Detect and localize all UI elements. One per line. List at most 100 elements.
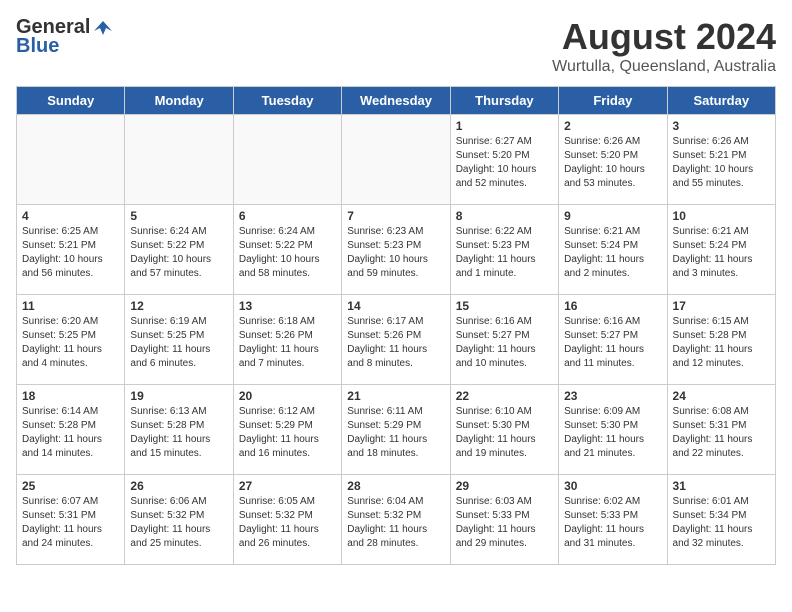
day-info: Sunrise: 6:02 AM Sunset: 5:33 PM Dayligh… [564, 495, 661, 551]
day-header-wednesday: Wednesday [342, 87, 450, 115]
day-info: Sunrise: 6:10 AM Sunset: 5:30 PM Dayligh… [456, 405, 553, 461]
day-info: Sunrise: 6:16 AM Sunset: 5:27 PM Dayligh… [564, 315, 661, 371]
day-number: 22 [456, 389, 553, 403]
calendar-cell: 24Sunrise: 6:08 AM Sunset: 5:31 PM Dayli… [667, 385, 775, 475]
calendar-cell: 3 Sunrise: 6:26 AM Sunset: 5:21 PM Daylig… [667, 115, 775, 205]
calendar-cell [342, 115, 450, 205]
calendar-cell: 30 Sunrise: 6:02 AM Sunset: 5:33 PM Dayli… [559, 475, 667, 565]
day-number: 15 [456, 299, 553, 313]
day-info: Sunrise: 6:14 AM Sunset: 5:28 PM Dayligh… [22, 405, 119, 461]
calendar-cell: 7 Sunrise: 6:23 AM Sunset: 5:23 PM Daylig… [342, 205, 450, 295]
day-info: Sunrise: 6:13 AM Sunset: 5:28 PM Dayligh… [130, 405, 227, 461]
day-number: 14 [347, 299, 444, 313]
calendar-cell: 16Sunrise: 6:16 AM Sunset: 5:27 PM Dayli… [559, 295, 667, 385]
day-number: 19 [130, 389, 227, 403]
calendar-cell: 18 Sunrise: 6:14 AM Sunset: 5:28 PM Dayli… [17, 385, 125, 475]
calendar-cell: 11 Sunrise: 6:20 AM Sunset: 5:25 PM Dayli… [17, 295, 125, 385]
day-info: Sunrise: 6:20 AM Sunset: 5:25 PM Dayligh… [22, 315, 119, 371]
calendar-cell: 21 Sunrise: 6:11 AM Sunset: 5:29 PM Dayli… [342, 385, 450, 475]
day-info: Sunrise: 6:22 AM Sunset: 5:23 PM Dayligh… [456, 225, 553, 281]
calendar-cell: 29Sunrise: 6:03 AM Sunset: 5:33 PM Dayli… [450, 475, 558, 565]
day-number: 7 [347, 209, 444, 223]
calendar-cell: 25Sunrise: 6:07 AM Sunset: 5:31 PM Dayli… [17, 475, 125, 565]
calendar-week-5: 25Sunrise: 6:07 AM Sunset: 5:31 PM Dayli… [17, 475, 776, 565]
day-info: Sunrise: 6:15 AM Sunset: 5:28 PM Dayligh… [673, 315, 770, 371]
month-title: August 2024 [552, 16, 776, 58]
calendar-table: SundayMondayTuesdayWednesdayThursdayFrid… [16, 86, 776, 565]
day-number: 21 [347, 389, 444, 403]
calendar-cell [125, 115, 233, 205]
day-info: Sunrise: 6:26 AM Sunset: 5:20 PM Dayligh… [564, 135, 661, 191]
page-header: General Blue August 2024 Wurtulla, Queen… [16, 16, 776, 76]
day-number: 18 [22, 389, 119, 403]
day-number: 9 [564, 209, 661, 223]
day-header-tuesday: Tuesday [233, 87, 341, 115]
calendar-cell: 28Sunrise: 6:04 AM Sunset: 5:32 PM Dayli… [342, 475, 450, 565]
day-number: 26 [130, 479, 227, 493]
day-info: Sunrise: 6:25 AM Sunset: 5:21 PM Dayligh… [22, 225, 119, 281]
day-header-thursday: Thursday [450, 87, 558, 115]
day-number: 30 [564, 479, 661, 493]
calendar-cell: 10 Sunrise: 6:21 AM Sunset: 5:24 PM Dayli… [667, 205, 775, 295]
calendar-week-3: 11 Sunrise: 6:20 AM Sunset: 5:25 PM Dayli… [17, 295, 776, 385]
day-number: 31 [673, 479, 770, 493]
day-info: Sunrise: 6:09 AM Sunset: 5:30 PM Dayligh… [564, 405, 661, 461]
day-number: 17 [673, 299, 770, 313]
day-info: Sunrise: 6:17 AM Sunset: 5:26 PM Dayligh… [347, 315, 444, 371]
calendar-cell: 6 Sunrise: 6:24 AM Sunset: 5:22 PM Daylig… [233, 205, 341, 295]
day-number: 8 [456, 209, 553, 223]
calendar-cell: 13Sunrise: 6:18 AM Sunset: 5:26 PM Dayli… [233, 295, 341, 385]
calendar-cell: 22 Sunrise: 6:10 AM Sunset: 5:30 PM Dayli… [450, 385, 558, 475]
location-text: Wurtulla, Queensland, Australia [552, 58, 776, 76]
calendar-week-4: 18 Sunrise: 6:14 AM Sunset: 5:28 PM Dayli… [17, 385, 776, 475]
day-number: 3 [673, 119, 770, 133]
day-info: Sunrise: 6:01 AM Sunset: 5:34 PM Dayligh… [673, 495, 770, 551]
calendar-header-row: SundayMondayTuesdayWednesdayThursdayFrid… [17, 87, 776, 115]
day-info: Sunrise: 6:08 AM Sunset: 5:31 PM Dayligh… [673, 405, 770, 461]
day-info: Sunrise: 6:24 AM Sunset: 5:22 PM Dayligh… [130, 225, 227, 281]
day-info: Sunrise: 6:21 AM Sunset: 5:24 PM Dayligh… [673, 225, 770, 281]
day-header-sunday: Sunday [17, 87, 125, 115]
day-number: 27 [239, 479, 336, 493]
calendar-cell [233, 115, 341, 205]
day-header-saturday: Saturday [667, 87, 775, 115]
day-number: 28 [347, 479, 444, 493]
day-number: 10 [673, 209, 770, 223]
logo-bird-icon [92, 17, 114, 39]
day-info: Sunrise: 6:27 AM Sunset: 5:20 PM Dayligh… [456, 135, 553, 191]
day-number: 2 [564, 119, 661, 133]
day-number: 12 [130, 299, 227, 313]
calendar-week-2: 4 Sunrise: 6:25 AM Sunset: 5:21 PM Daylig… [17, 205, 776, 295]
title-block: August 2024 Wurtulla, Queensland, Austra… [552, 16, 776, 76]
day-info: Sunrise: 6:21 AM Sunset: 5:24 PM Dayligh… [564, 225, 661, 281]
calendar-cell: 4 Sunrise: 6:25 AM Sunset: 5:21 PM Daylig… [17, 205, 125, 295]
day-number: 11 [22, 299, 119, 313]
day-info: Sunrise: 6:16 AM Sunset: 5:27 PM Dayligh… [456, 315, 553, 371]
calendar-cell: 1Sunrise: 6:27 AM Sunset: 5:20 PM Daylig… [450, 115, 558, 205]
day-number: 4 [22, 209, 119, 223]
calendar-cell: 9 Sunrise: 6:21 AM Sunset: 5:24 PM Daylig… [559, 205, 667, 295]
day-info: Sunrise: 6:05 AM Sunset: 5:32 PM Dayligh… [239, 495, 336, 551]
calendar-cell: 15 Sunrise: 6:16 AM Sunset: 5:27 PM Dayli… [450, 295, 558, 385]
day-info: Sunrise: 6:26 AM Sunset: 5:21 PM Dayligh… [673, 135, 770, 191]
calendar-cell: 8 Sunrise: 6:22 AM Sunset: 5:23 PM Daylig… [450, 205, 558, 295]
calendar-cell: 5 Sunrise: 6:24 AM Sunset: 5:22 PM Daylig… [125, 205, 233, 295]
day-header-monday: Monday [125, 87, 233, 115]
calendar-cell: 23Sunrise: 6:09 AM Sunset: 5:30 PM Dayli… [559, 385, 667, 475]
calendar-cell: 19 Sunrise: 6:13 AM Sunset: 5:28 PM Dayli… [125, 385, 233, 475]
day-info: Sunrise: 6:03 AM Sunset: 5:33 PM Dayligh… [456, 495, 553, 551]
calendar-cell: 31 Sunrise: 6:01 AM Sunset: 5:34 PM Dayli… [667, 475, 775, 565]
day-info: Sunrise: 6:24 AM Sunset: 5:22 PM Dayligh… [239, 225, 336, 281]
day-info: Sunrise: 6:18 AM Sunset: 5:26 PM Dayligh… [239, 315, 336, 371]
calendar-week-1: 1Sunrise: 6:27 AM Sunset: 5:20 PM Daylig… [17, 115, 776, 205]
logo-blue-text: Blue [16, 35, 59, 58]
calendar-cell [17, 115, 125, 205]
day-info: Sunrise: 6:12 AM Sunset: 5:29 PM Dayligh… [239, 405, 336, 461]
day-number: 25 [22, 479, 119, 493]
day-header-friday: Friday [559, 87, 667, 115]
day-number: 6 [239, 209, 336, 223]
day-info: Sunrise: 6:11 AM Sunset: 5:29 PM Dayligh… [347, 405, 444, 461]
day-number: 5 [130, 209, 227, 223]
calendar-cell: 14 Sunrise: 6:17 AM Sunset: 5:26 PM Dayli… [342, 295, 450, 385]
day-info: Sunrise: 6:23 AM Sunset: 5:23 PM Dayligh… [347, 225, 444, 281]
